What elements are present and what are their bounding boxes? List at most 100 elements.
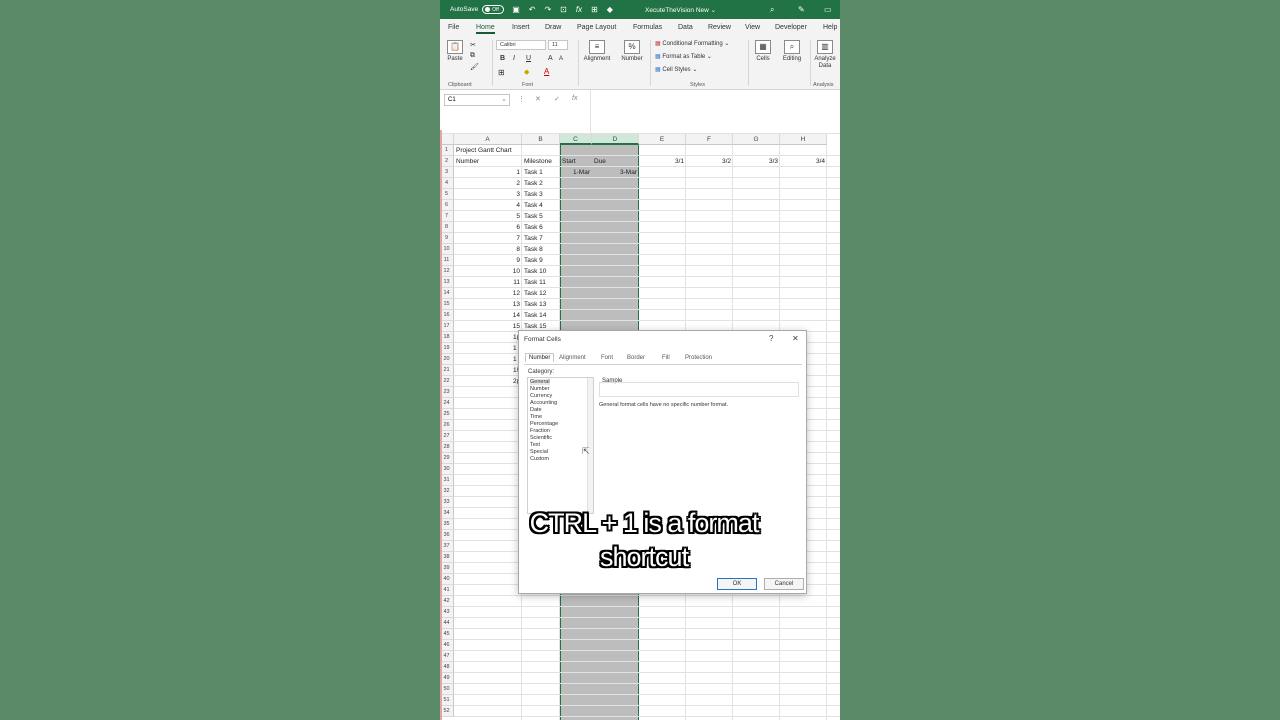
column-header-d[interactable]: D [592,134,639,145]
category-item[interactable]: Date [530,407,542,413]
cell[interactable]: Task 6 [524,222,543,233]
camera-icon[interactable]: ⊡ [560,5,567,14]
tab-protection[interactable]: Protection [685,355,712,361]
paste-button[interactable]: 📋 Paste [446,40,464,62]
row-header[interactable]: 4 [440,178,454,189]
cell[interactable]: 1 [454,167,520,178]
fill-color-icon[interactable]: ◆ [607,5,613,14]
tab-file[interactable]: File [448,24,459,31]
cell-styles-button[interactable]: ▦ Cell Styles ⌄ [655,66,697,73]
row-header[interactable]: 12 [440,266,454,277]
row-header[interactable]: 24 [440,398,454,409]
format-painter-icon[interactable]: 🖌 [470,63,479,71]
row-header[interactable]: 40 [440,574,454,585]
tab-view[interactable]: View [745,24,760,31]
cell[interactable]: 3 [454,189,520,200]
category-item[interactable]: Currency [530,393,552,399]
row-header[interactable]: 17 [440,321,454,332]
column-header-b[interactable]: B [522,134,560,145]
cell[interactable]: 9 [454,255,520,266]
row-header[interactable]: 51 [440,695,454,706]
row-header[interactable]: 6 [440,200,454,211]
row-header[interactable]: 38 [440,552,454,563]
tab-page-layout[interactable]: Page Layout [577,24,616,31]
select-all-corner[interactable] [440,134,454,145]
undo-icon[interactable]: ↶ [529,5,536,14]
cell[interactable]: Task 12 [524,288,546,299]
ribbon-display-icon[interactable]: ▭ [824,5,832,14]
tab-fill[interactable]: Fill [662,355,670,361]
cell[interactable]: 13 [454,299,520,310]
alignment-button[interactable]: ≡ Alignment [582,40,612,62]
row-header[interactable]: 28 [440,442,454,453]
category-item[interactable]: Fraction [530,428,550,434]
category-item[interactable]: Number [530,386,550,392]
cell[interactable]: 4 [454,200,520,211]
function-icon[interactable]: fx [576,5,582,14]
row-header[interactable]: 52 [440,706,454,717]
row-header[interactable]: 33 [440,497,454,508]
tab-border[interactable]: Border [627,355,645,361]
tab-formulas[interactable]: Formulas [633,24,662,31]
row-header[interactable]: 39 [440,563,454,574]
cell[interactable]: 3/1 [639,156,684,167]
row-header[interactable]: 47 [440,651,454,662]
row-header[interactable]: 41 [440,585,454,596]
search-icon[interactable]: ⌕ [770,5,774,15]
row-header[interactable]: 3 [440,167,454,178]
row-header[interactable]: 26 [440,420,454,431]
font-size-box[interactable]: 11 [548,40,568,50]
cell[interactable]: Task 11 [524,277,546,288]
conditional-formatting-button[interactable]: ▦ Conditional Formatting ⌄ [655,40,729,47]
cell[interactable]: Task 5 [524,211,543,222]
editing-button[interactable]: ⌕ Editing [778,40,806,62]
cells-button[interactable]: ▦ Cells [751,40,775,62]
tab-draw[interactable]: Draw [545,24,561,31]
tab-home[interactable]: Home [476,24,495,34]
autosave-toggle[interactable]: Off [482,5,505,14]
category-item[interactable]: Accounting [530,400,557,406]
tab-review[interactable]: Review [708,24,731,31]
borders-icon[interactable]: ⊞ [498,68,505,77]
column-header-g[interactable]: G [733,134,780,145]
font-color-icon[interactable]: A [544,67,549,76]
cell[interactable]: 15 [454,321,520,332]
row-header[interactable]: 9 [440,233,454,244]
underline-button[interactable]: U [526,55,531,62]
category-item[interactable]: Special [530,449,548,455]
close-icon[interactable]: ✕ [792,334,799,343]
row-header[interactable]: 45 [440,629,454,640]
tab-number[interactable]: Number [525,353,555,362]
cell[interactable]: 3/2 [686,156,731,167]
cell[interactable]: 7 [454,233,520,244]
decrease-font-icon[interactable]: A [559,56,563,62]
tab-data[interactable]: Data [678,24,693,31]
function-icon[interactable]: fx [572,95,577,102]
cell[interactable]: 8 [454,244,520,255]
row-header[interactable]: 50 [440,684,454,695]
column-header-a[interactable]: A [454,134,522,145]
row-header[interactable]: 22 [440,376,454,387]
cell[interactable]: 14 [454,310,520,321]
row-header[interactable]: 16 [440,310,454,321]
row-header[interactable]: 14 [440,288,454,299]
cell[interactable]: 3/3 [733,156,778,167]
row-header[interactable]: 29 [440,453,454,464]
cell[interactable]: 5 [454,211,520,222]
cell[interactable]: Start [562,156,576,167]
row-header[interactable]: 21 [440,365,454,376]
row-header[interactable]: 5 [440,189,454,200]
category-item[interactable]: Time [530,414,542,420]
cell[interactable]: 10 [454,266,520,277]
row-header[interactable]: 10 [440,244,454,255]
cell[interactable]: 3/4 [780,156,825,167]
cell[interactable]: Task 7 [524,233,543,244]
cancel-entry-icon[interactable]: ✕ [535,95,541,103]
category-item[interactable]: Scientific [530,435,552,441]
pen-icon[interactable]: ✎ [798,5,805,14]
row-header[interactable]: 15 [440,299,454,310]
row-header[interactable]: 25 [440,409,454,420]
cell[interactable]: Task 2 [524,178,543,189]
cell[interactable]: Task 9 [524,255,543,266]
row-header[interactable]: 30 [440,464,454,475]
